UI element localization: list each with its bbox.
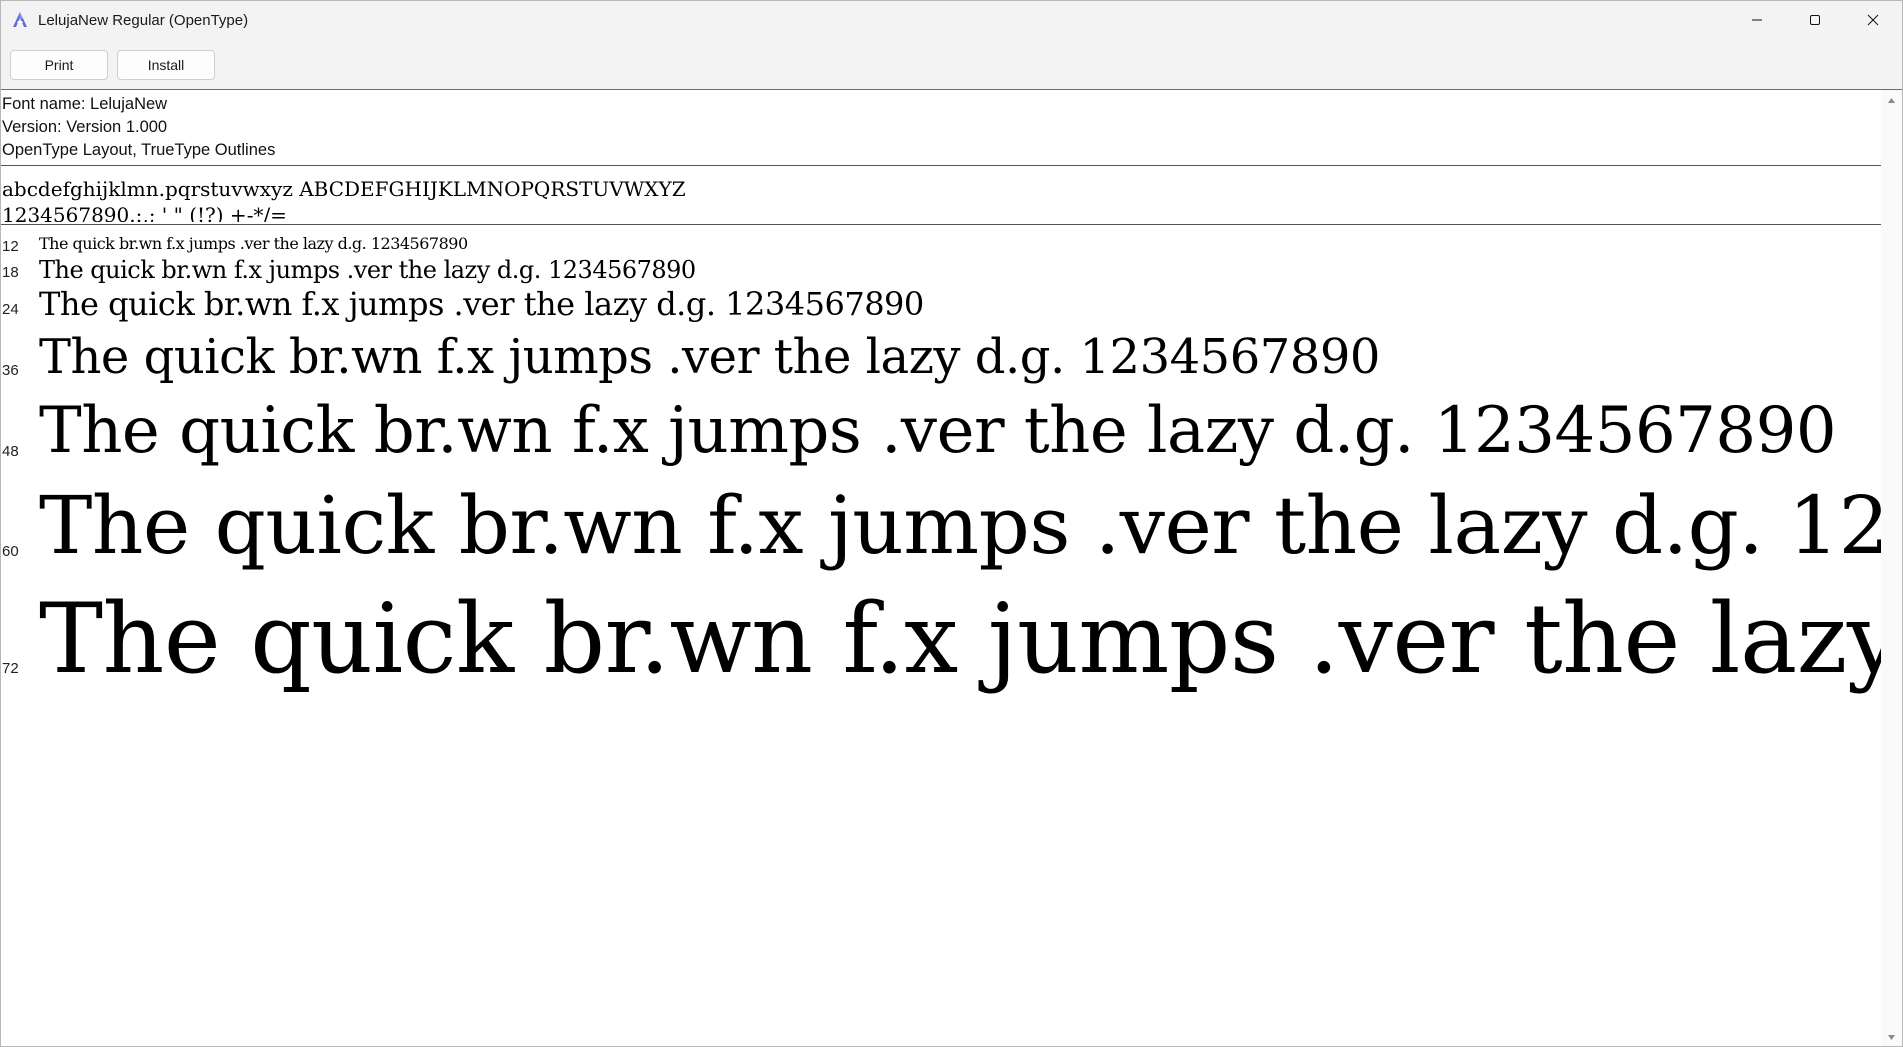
font-format: OpenType Layout, TrueType Outlines [2,141,276,159]
maximize-button[interactable] [1786,1,1844,39]
size-label: 72 [2,660,19,677]
sample-row-36: 36 The quick br.wn f.x jumps .ver the la… [1,329,1883,387]
separator [1,224,1883,225]
sample-text: The quick br.wn f.x jumps .ver the lazy … [39,329,1380,385]
window-title: LelujaNew Regular (OpenType) [38,11,249,29]
sample-row-12: 12 The quick br.wn f.x jumps .ver the la… [1,234,1883,255]
sample-text: The quick br.wn f.x jumps .ver the lazy … [39,395,1837,468]
close-icon [1867,14,1879,26]
font-name: Font name: LelujaNew [2,95,168,113]
toolbar: Print Install [1,39,1902,90]
install-button[interactable]: Install [117,50,215,80]
minimize-icon [1751,14,1763,26]
sample-row-18: 18 The quick br.wn f.x jumps .ver the la… [1,256,1883,284]
window-controls [1728,1,1902,39]
sample-text: The quick br.wn f.x jumps .ver the lazy … [39,480,1883,572]
sample-row-24: 24 The quick br.wn f.x jumps .ver the la… [1,286,1883,324]
scroll-down-arrow-icon[interactable] [1887,1033,1896,1042]
font-version: Version: Version 1.000 [2,118,168,136]
minimize-button[interactable] [1728,1,1786,39]
print-button[interactable]: Print [10,50,108,80]
scroll-up-arrow-icon[interactable] [1887,96,1896,105]
size-label: 18 [2,264,19,281]
sample-text: The quick br.wn f.x jumps .ver the lazy … [39,234,468,253]
charset-symbols: 1234567890.:,; ' " (!?) +-*/= [2,203,287,222]
size-label: 60 [2,543,19,560]
sample-text: The quick br.wn f.x jumps .ver the lazy … [39,256,696,284]
size-label: 48 [2,443,19,460]
size-label: 12 [2,238,19,254]
font-preview-area[interactable]: Font name: LelujaNew Version: Version 1.… [1,90,1883,1046]
size-label: 24 [2,301,19,318]
title-bar[interactable]: LelujaNew Regular (OpenType) [1,1,1902,39]
charset-letters: abcdefghijklmn.pqrstuvwxyz ABCDEFGHIJKLM… [2,177,686,201]
maximize-icon [1809,14,1821,26]
font-viewer-window: LelujaNew Regular (OpenType) Print Insta… [0,0,1903,1047]
sample-text: The quick br.wn f.x jumps .ver the lazy … [39,286,924,323]
close-button[interactable] [1844,1,1902,39]
font-info: Font name: LelujaNew Version: Version 1.… [2,93,275,162]
sample-row-60: 60 The quick br.wn f.x jumps .ver the la… [1,480,1883,575]
sample-row-72: 72 The quick br.wn f.x jumps .ver the la… [1,585,1883,700]
size-label: 36 [2,362,19,379]
character-set: abcdefghijklmn.pqrstuvwxyz ABCDEFGHIJKLM… [2,176,686,222]
sample-row-48: 48 The quick br.wn f.x jumps .ver the la… [1,395,1883,470]
sample-text: The quick br.wn f.x jumps .ver the lazy … [39,585,1883,695]
vertical-scrollbar[interactable] [1881,90,1902,1046]
font-app-icon [10,10,30,30]
separator [1,165,1883,166]
